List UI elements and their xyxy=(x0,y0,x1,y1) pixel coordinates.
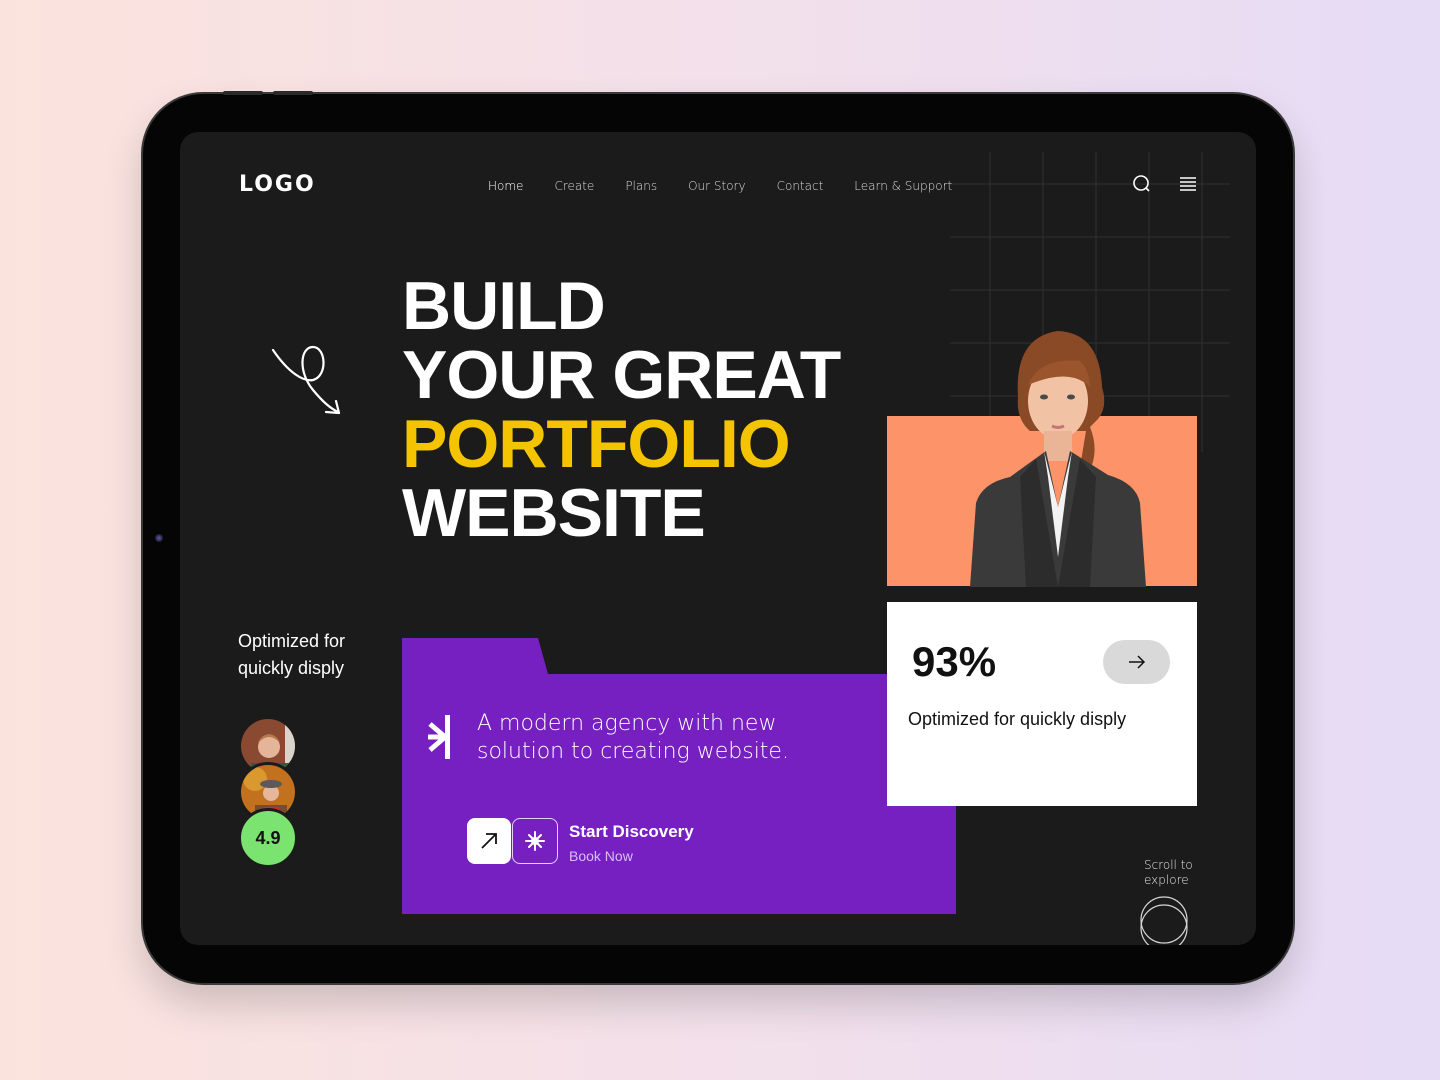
arrow-up-right-icon xyxy=(481,833,497,849)
main-nav: Home Create Plans Our Story Contact Lear… xyxy=(488,179,983,193)
headline-line-2: YOUR GREAT xyxy=(402,337,841,413)
tablet-device: LOGO Home Create Plans Our Story Contact… xyxy=(143,91,1293,983)
nav-item-our-story[interactable]: Our Story xyxy=(688,179,746,193)
camera-icon xyxy=(155,534,163,542)
site-logo[interactable]: LOGO xyxy=(239,172,316,197)
asterisk-bar-icon xyxy=(428,715,450,759)
hamburger-menu-icon xyxy=(1180,177,1196,191)
left-caption: Optimized for quickly disply xyxy=(238,631,346,678)
nav-item-home[interactable]: Home xyxy=(488,179,523,193)
scroll-label-line-2: explore xyxy=(1144,873,1189,887)
headline-line-4: WEBSITE xyxy=(402,475,706,551)
device-volume-button xyxy=(223,91,263,95)
agency-description: A modern agency with new solution to cre… xyxy=(477,711,789,764)
search-icon xyxy=(1133,175,1150,192)
agency-card-background xyxy=(402,638,956,914)
hero-headline: BUILD YOUR GREAT PORTFOLIO WEBSITE xyxy=(402,268,841,551)
squiggle-arrow-icon xyxy=(271,345,341,415)
nav-item-learn-support[interactable]: Learn & Support xyxy=(854,179,952,193)
device-volume-button xyxy=(273,91,313,95)
scroll-label: Scroll to explore xyxy=(1144,858,1193,888)
sparkle-button[interactable] xyxy=(512,818,558,864)
stat-value: 93% xyxy=(912,638,997,685)
agency-card: A modern agency with new solution to cre… xyxy=(402,638,956,914)
nav-item-contact[interactable]: Contact xyxy=(777,179,824,193)
nav-item-create[interactable]: Create xyxy=(554,179,594,193)
nav-item-plans[interactable]: Plans xyxy=(625,179,657,193)
book-now-link[interactable]: Book Now xyxy=(569,848,633,864)
headline-line-3-highlight: PORTFOLIO xyxy=(402,406,791,482)
stat-arrow-button[interactable] xyxy=(1103,640,1170,684)
scroll-explore-icon[interactable] xyxy=(1139,896,1189,945)
search-button[interactable] xyxy=(1130,172,1154,196)
scroll-label-line-1: Scroll to xyxy=(1144,858,1193,872)
start-discovery-link[interactable]: Start Discovery xyxy=(569,822,694,842)
website-screen: LOGO Home Create Plans Our Story Contact… xyxy=(180,132,1256,945)
arrow-right-icon xyxy=(1128,655,1145,669)
headline-line-1: BUILD xyxy=(402,268,606,344)
start-discovery-arrow-button[interactable] xyxy=(467,818,511,864)
stat-card: 93% Optimized for quickly disply xyxy=(887,602,1197,806)
stat-description: Optimized for quickly disply xyxy=(908,709,1127,729)
menu-button[interactable] xyxy=(1176,172,1200,196)
rating-badge: 4.9 xyxy=(238,808,298,868)
sparkle-icon xyxy=(525,831,545,851)
portrait-image xyxy=(970,331,1146,587)
